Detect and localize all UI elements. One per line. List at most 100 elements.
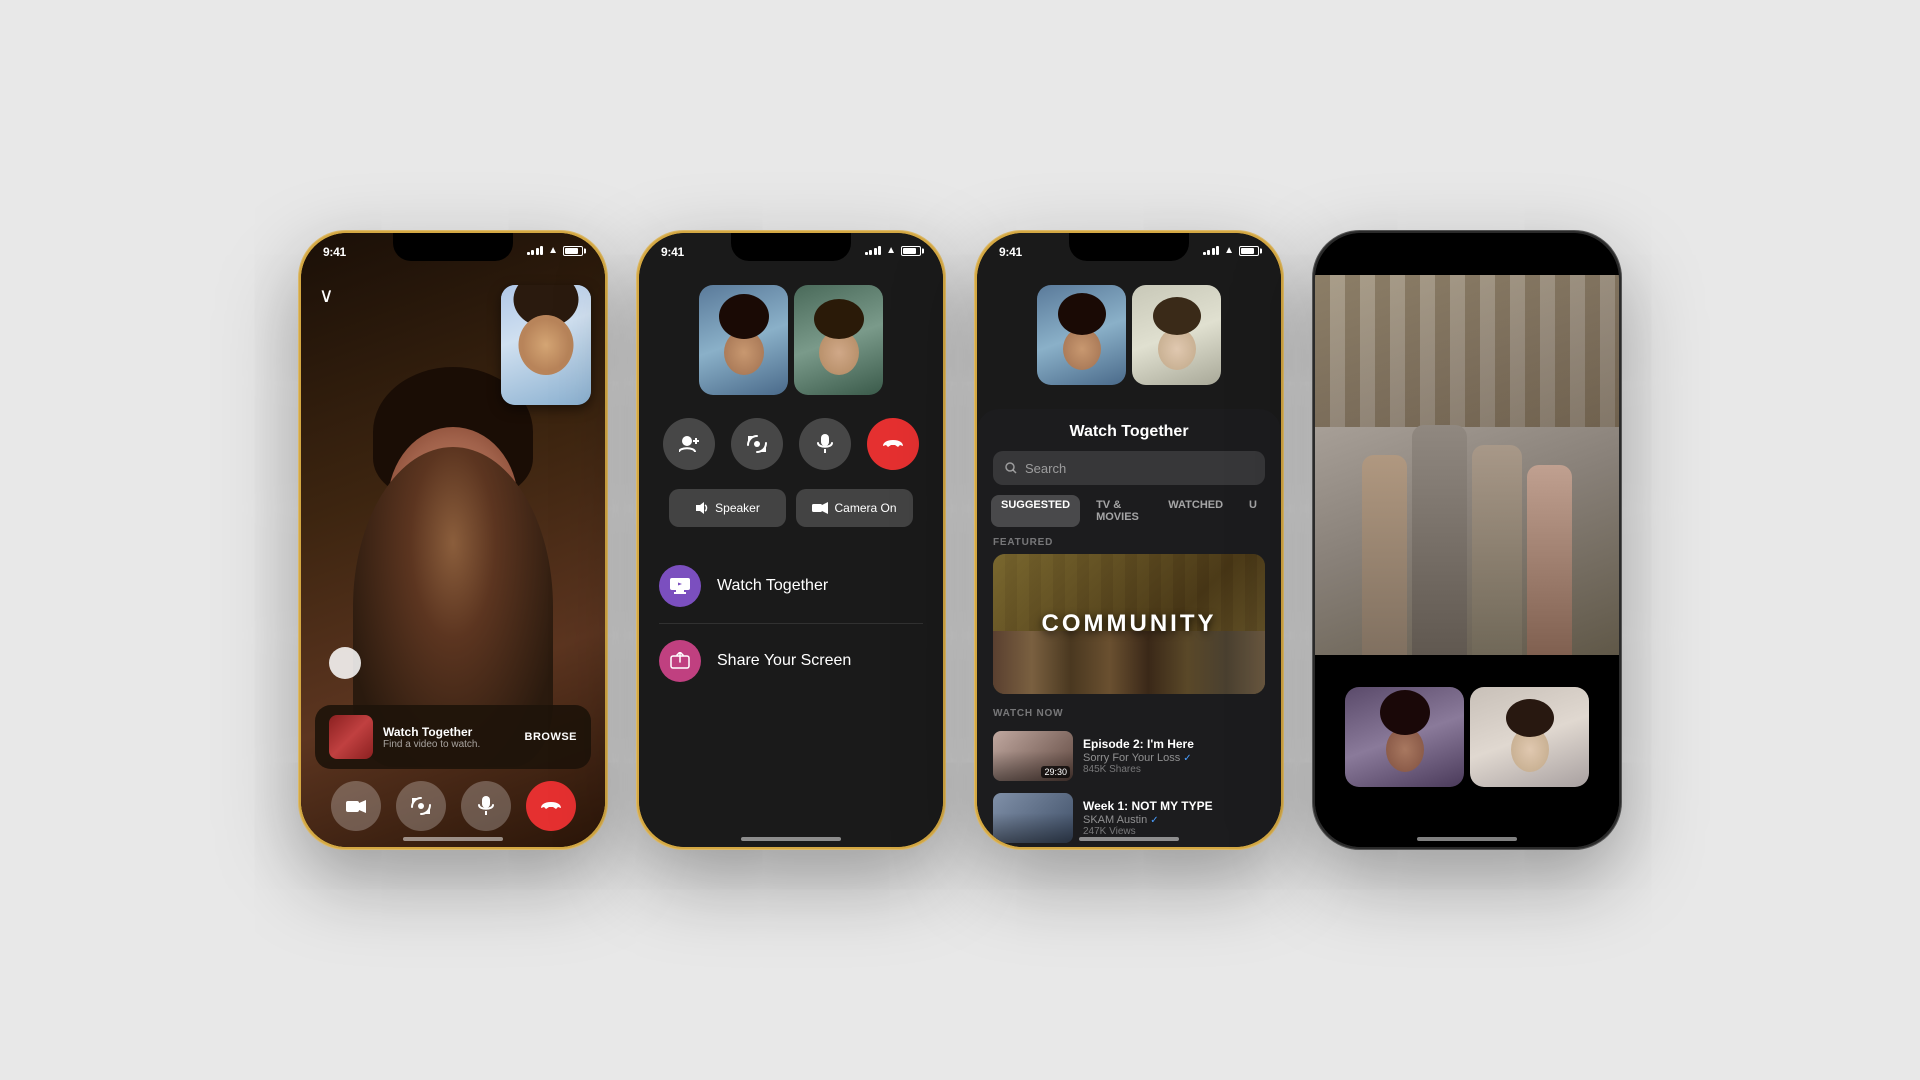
pip-row-3: [977, 275, 1281, 395]
signal-bars-2: [865, 246, 882, 255]
signal-bar: [531, 250, 534, 255]
wt-text: Watch Together Find a video to watch.: [383, 725, 515, 750]
menu-items-2: Watch Together Share Your Screen: [639, 549, 943, 698]
microphone-button[interactable]: [461, 781, 511, 831]
pip-row-2: [639, 275, 943, 405]
battery-fill: [565, 248, 578, 254]
phone-2-display: 9:41 ▲: [639, 233, 943, 847]
home-indicator-2[interactable]: [741, 837, 841, 841]
flip-camera-button-2[interactable]: [731, 418, 783, 470]
chevron-down-icon[interactable]: ∨: [319, 283, 334, 308]
signal-bar: [1216, 246, 1219, 255]
status-time-3: 9:41: [999, 245, 1022, 259]
video-duration-1: 29:30: [1041, 766, 1070, 778]
pip-face: [519, 315, 574, 375]
mic-indicator: [329, 647, 361, 679]
flip-camera-button[interactable]: [396, 781, 446, 831]
wt-thumbnail: [329, 715, 373, 759]
pip-thumbnail-1: [501, 285, 591, 405]
call-controls-2: [639, 418, 943, 470]
add-person-button[interactable]: [663, 418, 715, 470]
tab-tv-movies[interactable]: TV & MOVIES: [1086, 495, 1152, 527]
featured-card[interactable]: COMMUNITY Season 5 Trailer Community ✓ 5…: [993, 554, 1265, 694]
video-playing: [1315, 275, 1619, 655]
watch-together-browser: Watch Together Search SUGGESTED TV & MOV…: [977, 409, 1281, 847]
phone-1-screen: 9:41 ▲: [301, 233, 605, 847]
phone-4-notch: [1407, 233, 1527, 261]
community-title: COMMUNITY: [1042, 610, 1217, 638]
signal-bar: [878, 246, 881, 255]
end-call-button-2[interactable]: [867, 418, 919, 470]
video-title-2: Week 1: NOT MY TYPE: [1083, 799, 1265, 815]
video-info-1: Episode 2: I'm Here Sorry For Your Loss …: [1083, 737, 1265, 776]
watch-together-header: Watch Together: [977, 409, 1281, 451]
wt-subtitle: Find a video to watch.: [383, 739, 515, 750]
content-tabs: SUGGESTED TV & MOVIES WATCHED U: [977, 495, 1281, 527]
phone-2-notch: [731, 233, 851, 261]
signal-bar: [540, 246, 543, 255]
camera-label: Camera On: [834, 501, 896, 515]
watch-together-banner[interactable]: Watch Together Find a video to watch. BR…: [315, 705, 591, 769]
options-row-2: Speaker Camera On: [669, 489, 913, 527]
video-views-2: 247K Views: [1083, 826, 1265, 837]
phone-1-display: 9:41 ▲: [301, 233, 605, 847]
status-time-1: 9:41: [323, 245, 346, 259]
speaker-label: Speaker: [715, 501, 760, 515]
community-show-bg: COMMUNITY: [993, 554, 1265, 694]
watch-together-label: Watch Together: [717, 577, 828, 595]
watch-together-icon: [659, 565, 701, 607]
signal-bar: [1203, 252, 1206, 255]
battery-fill: [1241, 248, 1254, 254]
phone-1: 9:41 ▲: [298, 230, 608, 850]
status-icons-3: ▲: [1203, 245, 1259, 256]
video-title-1: Episode 2: I'm Here: [1083, 737, 1265, 753]
pip-person-b: [794, 285, 883, 395]
speaker-option[interactable]: Speaker: [669, 489, 786, 527]
microphone-button-2[interactable]: [799, 418, 851, 470]
status-time-2: 9:41: [661, 245, 684, 259]
video-views-1: 845K Shares: [1083, 764, 1265, 775]
phone-2-screen: 9:41 ▲: [639, 233, 943, 847]
signal-bar: [1212, 248, 1215, 255]
wifi-icon-1: ▲: [548, 245, 558, 256]
tab-suggested[interactable]: SUGGESTED: [991, 495, 1080, 527]
phone-2: 9:41 ▲: [636, 230, 946, 850]
video-channel-1: Sorry For Your Loss ✓: [1083, 752, 1265, 764]
pip-person-3a: [1037, 285, 1126, 385]
share-screen-icon: [659, 640, 701, 682]
signal-bar: [869, 250, 872, 255]
signal-bar: [874, 248, 877, 255]
pip-row-4: [1315, 677, 1619, 797]
signal-bar: [1207, 250, 1210, 255]
pip-person: [501, 285, 591, 405]
signal-bar: [527, 252, 530, 255]
video-thumbnail-2: [993, 793, 1073, 843]
battery-fill: [903, 248, 916, 254]
video-thumbnail-1: 29:30: [993, 731, 1073, 781]
pip-person-4a: [1345, 687, 1464, 787]
wt-title: Watch Together: [383, 725, 515, 739]
video-channel-2: SKAM Austin ✓: [1083, 814, 1265, 826]
status-icons-2: ▲: [865, 245, 921, 256]
watch-now-label: WATCH NOW: [977, 704, 1281, 725]
phone-3-screen: 9:41 ▲: [977, 233, 1281, 847]
home-indicator-3[interactable]: [1079, 837, 1179, 841]
end-call-button[interactable]: [526, 781, 576, 831]
featured-section-label: FEATURED: [977, 537, 1281, 554]
video-item-1[interactable]: 29:30 Episode 2: I'm Here Sorry For Your…: [977, 725, 1281, 787]
signal-bars-1: [527, 246, 544, 255]
battery-icon-1: [563, 246, 583, 256]
tab-u[interactable]: U: [1239, 495, 1267, 527]
video-button[interactable]: [331, 781, 381, 831]
tab-watched[interactable]: WATCHED: [1158, 495, 1233, 527]
search-bar[interactable]: Search: [993, 451, 1265, 485]
home-indicator-4[interactable]: [1417, 837, 1517, 841]
share-screen-menu-item[interactable]: Share Your Screen: [659, 624, 923, 698]
watch-together-menu-item[interactable]: Watch Together: [659, 549, 923, 624]
verified-check-v2: ✓: [1150, 815, 1158, 826]
home-indicator-1[interactable]: [403, 837, 503, 841]
browse-button[interactable]: BROWSE: [525, 731, 578, 743]
camera-on-option[interactable]: Camera On: [796, 489, 913, 527]
pip-person-3b: [1132, 285, 1221, 385]
status-icons-1: ▲: [527, 245, 583, 256]
